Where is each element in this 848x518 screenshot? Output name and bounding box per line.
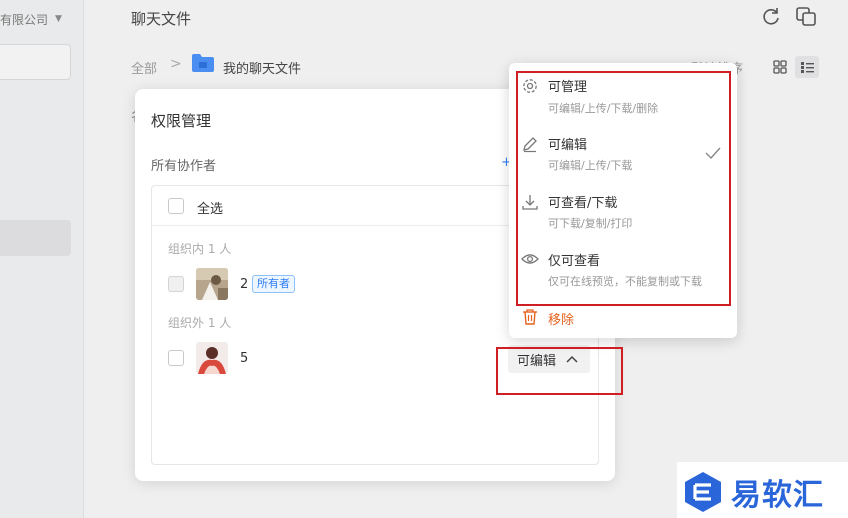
select-all-label: 全选 <box>197 202 224 217</box>
watermark-logo-icon <box>685 472 721 512</box>
group-label-external: 组织外 1 人 <box>168 316 232 330</box>
trash-icon <box>523 309 537 325</box>
chevron-down-icon[interactable]: ▼ <box>55 14 62 24</box>
menu-item-view-only[interactable]: 仅可查看 仅可在线预览，不能复制或下载 <box>509 243 737 301</box>
permission-menu: 可管理 可编辑/上传/下载/删除 可编辑 可编辑/上传/下载 可查看/下载 可下… <box>509 63 737 338</box>
gear-icon <box>523 79 537 93</box>
breadcrumb-root[interactable]: 全部 <box>131 58 157 77</box>
collaborators-label: 所有协作者 <box>151 159 217 174</box>
menu-item-desc: 仅可在线预览，不能复制或下载 <box>548 275 702 288</box>
remove-member-button[interactable]: 移除 <box>509 301 737 333</box>
select-all-checkbox[interactable] <box>168 198 184 214</box>
menu-item-title: 可管理 <box>548 80 588 95</box>
menu-item-desc: 可编辑/上传/下载 <box>548 159 633 172</box>
chevron-right-icon: > <box>170 56 182 72</box>
sidebar-item-active[interactable] <box>0 220 71 256</box>
sidebar: 有限公司 ▼ <box>0 0 84 518</box>
remove-label: 移除 <box>548 313 575 328</box>
menu-item-title: 可编辑 <box>548 138 588 153</box>
chevron-up-icon <box>566 355 578 363</box>
eye-icon <box>521 254 539 264</box>
watermark: 易软汇 <box>677 462 848 518</box>
member-checkbox[interactable] <box>168 350 184 366</box>
check-icon <box>705 147 721 159</box>
share-window-icon[interactable] <box>795 5 817 27</box>
menu-item-edit[interactable]: 可编辑 可编辑/上传/下载 <box>509 127 737 185</box>
menu-item-desc: 可编辑/上传/下载/删除 <box>548 102 659 115</box>
org-name[interactable]: 有限公司 <box>0 11 48 28</box>
watermark-text: 易软汇 <box>731 478 824 513</box>
sidebar-search-input[interactable] <box>0 44 71 80</box>
avatar <box>196 268 228 300</box>
member-name: 2 <box>240 277 249 292</box>
member-checkbox <box>168 276 184 292</box>
owner-badge: 所有者 <box>252 275 295 293</box>
breadcrumb-current: 我的聊天文件 <box>223 62 302 77</box>
folder-icon <box>192 54 214 72</box>
member-name: 5 <box>240 351 249 366</box>
menu-item-title: 可查看/下载 <box>548 196 618 211</box>
group-label-internal: 组织内 1 人 <box>168 242 232 256</box>
avatar <box>196 342 228 374</box>
menu-item-view-download[interactable]: 可查看/下载 可下载/复制/打印 <box>509 185 737 243</box>
pencil-icon <box>523 137 537 153</box>
permission-dropdown-button[interactable]: 可编辑 <box>508 345 590 373</box>
menu-item-desc: 可下载/复制/打印 <box>548 217 633 230</box>
menu-item-title: 仅可查看 <box>548 254 601 269</box>
list-view-icon[interactable] <box>795 56 819 78</box>
grid-view-icon[interactable] <box>769 56 791 78</box>
refresh-icon[interactable] <box>760 5 782 27</box>
page-title: 聊天文件 <box>131 10 192 28</box>
download-icon <box>522 195 538 210</box>
dialog-title: 权限管理 <box>151 112 212 130</box>
menu-item-manage[interactable]: 可管理 可编辑/上传/下载/删除 <box>509 71 737 129</box>
permission-dropdown-label: 可编辑 <box>517 354 557 369</box>
